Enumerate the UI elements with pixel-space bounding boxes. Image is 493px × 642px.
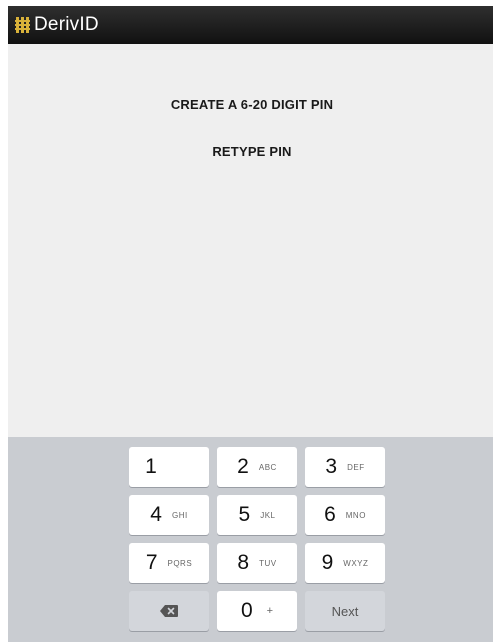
key-letters: ABC (258, 462, 277, 472)
key-digit: 7 (145, 551, 158, 574)
retype-pin-prompt: RETYPE PIN (212, 144, 292, 159)
key-1[interactable]: 1 (129, 447, 209, 487)
key-digit: 1 (145, 455, 157, 478)
key-digit: 9 (321, 551, 334, 574)
numeric-keypad: 1 2 ABC 3 DEF 4 GHI 5 JKL 6 MNO 7 PQRS 8 (8, 437, 493, 642)
key-digit: 0 (240, 599, 253, 622)
key-2[interactable]: 2 ABC (217, 447, 297, 487)
key-digit: 3 (325, 455, 338, 478)
key-9[interactable]: 9 WXYZ (305, 543, 385, 583)
key-digit: 6 (324, 503, 336, 526)
key-6[interactable]: 6 MNO (305, 495, 385, 535)
key-letters: GHI (171, 510, 188, 520)
key-5[interactable]: 5 JKL (217, 495, 297, 535)
derivid-logo-icon (15, 17, 30, 33)
app-window: DerivID CREATE A 6-20 DIGIT PIN RETYPE P… (8, 6, 493, 642)
title-bar: DerivID (8, 6, 493, 44)
pin-entry-area[interactable]: CREATE A 6-20 DIGIT PIN RETYPE PIN (8, 44, 493, 437)
key-letters: DEF (347, 462, 365, 472)
key-8[interactable]: 8 TUV (217, 543, 297, 583)
app-title: DerivID (34, 14, 99, 35)
key-digit: 8 (237, 551, 250, 574)
key-letters: MNO (345, 510, 366, 520)
key-letters: JKL (260, 510, 276, 520)
next-button[interactable]: Next (305, 591, 385, 631)
key-letters: WXYZ (343, 558, 369, 568)
key-4[interactable]: 4 GHI (129, 495, 209, 535)
key-digit: 2 (237, 455, 249, 478)
key-digit: 4 (150, 503, 162, 526)
key-letters: TUV (259, 558, 277, 568)
backspace-button[interactable] (129, 591, 209, 631)
key-letters: PQRS (167, 558, 193, 568)
key-3[interactable]: 3 DEF (305, 447, 385, 487)
key-7[interactable]: 7 PQRS (129, 543, 209, 583)
next-label: Next (331, 603, 359, 619)
key-digit: 5 (238, 503, 251, 526)
backspace-icon (160, 605, 178, 617)
create-pin-prompt: CREATE A 6-20 DIGIT PIN (170, 97, 334, 112)
key-0[interactable]: 0 + (217, 591, 297, 631)
key-letters: + (266, 605, 274, 617)
